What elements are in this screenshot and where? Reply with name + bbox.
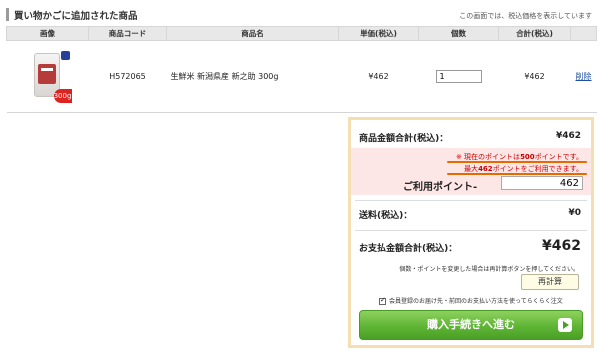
shipping-row: 送料(税込)： ¥0	[351, 206, 591, 222]
use-points-label: ご利用ポイント-	[403, 182, 478, 193]
header-quantity: 個数	[418, 26, 499, 41]
order-summary-panel: 商品金額合計(税込)： ¥462 ※ 現在のポイントは500ポイントです。 最大…	[348, 117, 594, 348]
total-row: お支払金額合計(税込)： ¥462	[351, 237, 591, 259]
subtotal-value: ¥462	[555, 131, 581, 141]
shipping-label: 送料(税込)：	[359, 211, 413, 221]
cell-delete: 削除	[570, 40, 597, 113]
quantity-input[interactable]	[435, 70, 482, 83]
subtotal-row: 商品金額合計(税込)： ¥462	[351, 128, 591, 148]
section-title: 買い物かごに追加された商品	[14, 11, 138, 22]
total-value: ¥462	[542, 238, 581, 254]
cell-code: H572065	[88, 40, 167, 113]
product-tag-icon	[60, 50, 70, 60]
cell-name: 生鮮米 新潟県産 新之助 300g	[166, 40, 339, 113]
delete-link[interactable]: 削除	[576, 72, 592, 81]
header-code: 商品コード	[88, 26, 167, 41]
easy-order-option[interactable]: 会員登録のお届け先・前回のお支払い方法を使ってらくらく注文	[379, 296, 563, 305]
divider	[355, 230, 587, 231]
play-arrow-icon	[558, 318, 572, 332]
cell-quantity	[418, 40, 499, 113]
product-image[interactable]: 300g	[24, 49, 72, 105]
section-accent-bar	[6, 8, 9, 21]
cell-total: ¥462	[498, 40, 571, 113]
header-image: 画像	[6, 26, 89, 41]
header-unit-price: 単価(税込)	[338, 26, 419, 41]
table-header-row: 画像 商品コード 商品名 単価(税込) 個数 合計(税込)	[6, 26, 597, 41]
highlight-underline	[447, 161, 587, 163]
header-name: 商品名	[166, 26, 339, 41]
table-row: 300g H572065 生鮮米 新潟県産 新之助 300g ¥462 ¥462…	[6, 40, 597, 113]
proceed-to-checkout-button[interactable]: 購入手続きへ進む	[359, 310, 583, 340]
tax-display-note: この画面では、税込価格を表示しています	[459, 12, 592, 20]
highlight-underline	[447, 173, 587, 175]
recalculate-button[interactable]: 再計算	[521, 274, 579, 290]
proceed-label: 購入手続きへ進む	[427, 318, 515, 331]
cell-unit-price: ¥462	[338, 40, 419, 113]
easy-order-label: 会員登録のお届け先・前回のお支払い方法を使ってらくらく注文	[389, 298, 563, 305]
header-actions	[570, 26, 597, 41]
divider	[355, 200, 587, 201]
total-label: お支払金額合計(税込)：	[359, 244, 458, 254]
weight-badge: 300g	[53, 88, 72, 103]
header-total: 合計(税込)	[498, 26, 571, 41]
recalc-note: 個数・ポイントを変更した場合は再計算ボタンを押してください。	[399, 266, 579, 273]
cart-table: 画像 商品コード 商品名 単価(税込) 個数 合計(税込) 300g H5720	[6, 26, 597, 113]
section-header: 買い物かごに追加された商品 この画面では、税込価格を表示しています	[6, 8, 596, 22]
use-points-input[interactable]	[501, 176, 583, 190]
easy-order-checkbox[interactable]	[379, 296, 386, 305]
shipping-value: ¥0	[568, 208, 581, 218]
subtotal-label: 商品金額合計(税込)：	[359, 134, 449, 144]
points-box: ※ 現在のポイントは500ポイントです。 最大462ポイントをご利用できます。 …	[351, 148, 591, 195]
cell-image: 300g	[6, 40, 89, 113]
